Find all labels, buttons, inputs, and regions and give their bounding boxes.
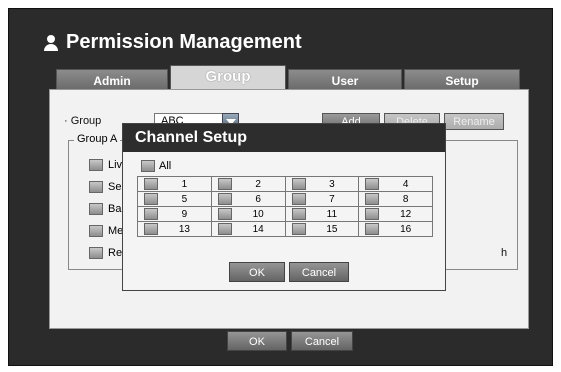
tab-group[interactable]: Group [170,65,286,91]
checkbox[interactable] [217,208,232,220]
all-label: All [159,160,172,172]
cancel-button[interactable]: Cancel [291,331,353,351]
channel-cell[interactable]: 15 [286,223,359,235]
channel-number: 14 [252,223,264,235]
checkbox-all[interactable] [141,160,155,172]
checkbox[interactable] [144,223,158,235]
checkbox[interactable] [144,178,158,190]
tab-setup[interactable]: Setup [404,69,520,91]
user-icon [44,34,58,51]
auth-item-fragment: h [501,247,508,259]
channel-cell[interactable]: 10 [212,208,285,220]
tab-bar: Admin Group User Setup [56,65,521,91]
page-title-text: Permission Management [66,31,302,53]
channel-number: 6 [255,193,261,205]
channel-number: 12 [400,208,412,220]
checkbox[interactable] [89,203,103,215]
dialog-cancel-button[interactable]: Cancel [289,262,349,282]
channel-number: 11 [326,208,338,220]
channel-cell[interactable]: 7 [286,193,359,205]
channel-number: 3 [329,178,335,190]
checkbox[interactable] [89,225,103,237]
checkbox[interactable] [365,193,380,205]
checkbox[interactable] [365,223,380,235]
checkbox[interactable] [217,193,232,205]
channel-cell[interactable]: 1 [138,178,211,190]
checkbox[interactable] [144,193,158,205]
channel-cell[interactable]: 8 [359,193,432,205]
channel-number: 7 [329,193,335,205]
tab-user[interactable]: User [288,69,402,91]
checkbox[interactable] [291,178,306,190]
channel-cell[interactable]: 13 [138,223,211,235]
page-title: Permission Management [44,31,302,54]
ok-button[interactable]: OK [227,331,287,351]
channel-number: 15 [326,223,338,235]
checkbox[interactable] [291,223,306,235]
checkbox[interactable] [89,159,103,171]
checkbox[interactable] [89,247,103,259]
channel-cell[interactable]: 14 [212,223,285,235]
checkbox[interactable] [217,178,232,190]
dialog-title: Channel Setup [123,124,445,152]
channel-cell[interactable]: 12 [359,208,432,220]
channel-cell[interactable]: 16 [359,223,432,235]
channel-cell[interactable]: 2 [212,178,285,190]
channel-number: 8 [402,193,409,205]
all-checkbox-row[interactable]: All [141,160,171,172]
checkbox[interactable] [89,181,103,193]
group-label: · Group [64,115,102,127]
channel-number: 5 [181,193,188,205]
checkbox[interactable] [365,178,380,190]
channel-cell[interactable]: 3 [286,178,359,190]
checkbox[interactable] [291,208,306,220]
dialog-ok-button[interactable]: OK [229,262,285,282]
channel-number: 2 [255,178,261,190]
checkbox[interactable] [365,208,380,220]
channel-cell[interactable]: 4 [359,178,432,190]
checkbox[interactable] [291,193,306,205]
channel-number: 13 [178,223,190,235]
channel-cell[interactable]: 6 [212,193,285,205]
channel-number: 16 [400,223,412,235]
channel-number: 4 [402,178,409,190]
channel-number: 10 [252,208,264,220]
channel-cell[interactable]: 9 [138,208,211,220]
tab-admin[interactable]: Admin [56,69,168,91]
group-authority-legend: Group A [74,133,121,145]
channel-setup-dialog: Channel Setup All 1 2 3 4 5 6 7 8 9 10 1… [122,123,446,291]
channel-number: 9 [181,208,188,220]
channel-grid: 1 2 3 4 5 6 7 8 9 10 11 12 13 14 15 16 [137,176,433,237]
rename-button[interactable]: Rename [444,113,504,130]
channel-number: 1 [181,178,188,190]
checkbox[interactable] [144,208,158,220]
checkbox[interactable] [217,223,232,235]
channel-cell[interactable]: 11 [286,208,359,220]
channel-cell[interactable]: 5 [138,193,211,205]
